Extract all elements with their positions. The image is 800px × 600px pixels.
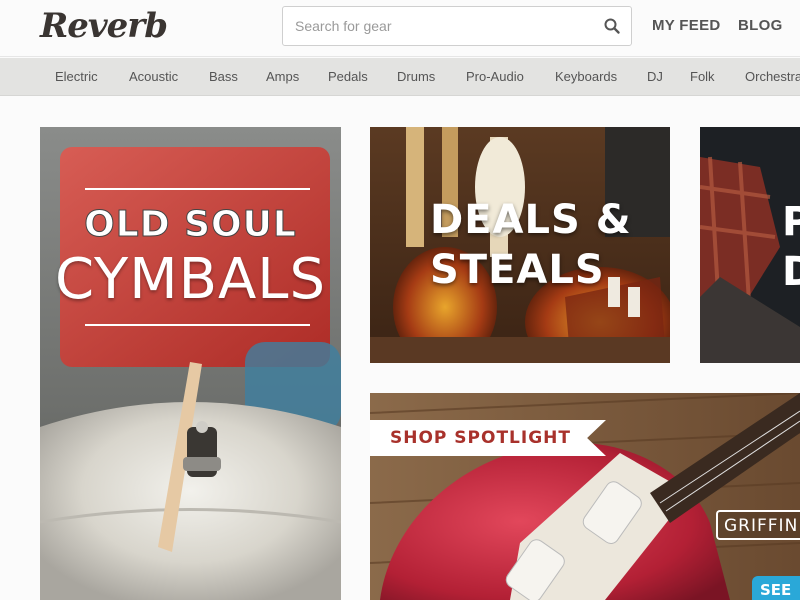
reverb-logo[interactable]: Reverb: [40, 6, 168, 46]
see-button-label: SEE: [760, 581, 792, 599]
category-bass[interactable]: Bass: [209, 69, 238, 84]
shop-spotlight-banner: SHOP SPOTLIGHT: [370, 420, 606, 456]
category-drums[interactable]: Drums: [397, 69, 435, 84]
griffin-brand-label: GRIFFIN: [724, 516, 799, 536]
partial-title-line1: P: [782, 199, 800, 245]
category-keyboards[interactable]: Keyboards: [555, 69, 617, 84]
shop-spotlight-label: SHOP SPOTLIGHT: [390, 428, 571, 448]
blog-link[interactable]: BLOG: [738, 17, 783, 34]
category-amps[interactable]: Amps: [266, 69, 299, 84]
cymbals-title-line2: CYMBALS: [54, 247, 327, 312]
cymbals-title-line1: OLD SOUL: [84, 204, 297, 246]
see-button[interactable]: SEE: [752, 576, 800, 600]
deals-and-steals-tile[interactable]: DEALS & STEALS: [370, 127, 670, 363]
category-pro-audio[interactable]: Pro-Audio: [466, 69, 524, 84]
category-nav: Electric Acoustic Bass Amps Pedals Drums…: [0, 58, 800, 96]
category-orchestral[interactable]: Orchestral: [745, 69, 800, 84]
partial-title-line2: D: [782, 249, 800, 295]
category-acoustic[interactable]: Acoustic: [129, 69, 178, 84]
plaid-shirt-photo: [700, 127, 800, 363]
search-box: [282, 6, 632, 46]
category-folk[interactable]: Folk: [690, 69, 715, 84]
featured-partial-tile[interactable]: P D: [700, 127, 800, 363]
griffin-brand-badge: GRIFFIN: [716, 510, 800, 540]
cymbals-photo: [40, 127, 341, 600]
category-dj[interactable]: DJ: [647, 69, 663, 84]
category-electric[interactable]: Electric: [55, 69, 98, 84]
old-soul-cymbals-tile[interactable]: OLD SOUL CYMBALS: [40, 127, 341, 600]
my-feed-link[interactable]: MY FEED: [652, 17, 721, 34]
search-input[interactable]: [283, 7, 593, 45]
guitars-photo: [370, 127, 670, 363]
top-header: Reverb MY FEED BLOG: [0, 0, 800, 57]
deals-title-line2: STEALS: [430, 247, 605, 293]
deals-title-line1: DEALS &: [430, 197, 632, 243]
category-pedals[interactable]: Pedals: [328, 69, 368, 84]
shop-spotlight-tile[interactable]: SHOP SPOTLIGHT GRIFFIN SEE: [370, 393, 800, 600]
search-icon[interactable]: [603, 17, 621, 35]
